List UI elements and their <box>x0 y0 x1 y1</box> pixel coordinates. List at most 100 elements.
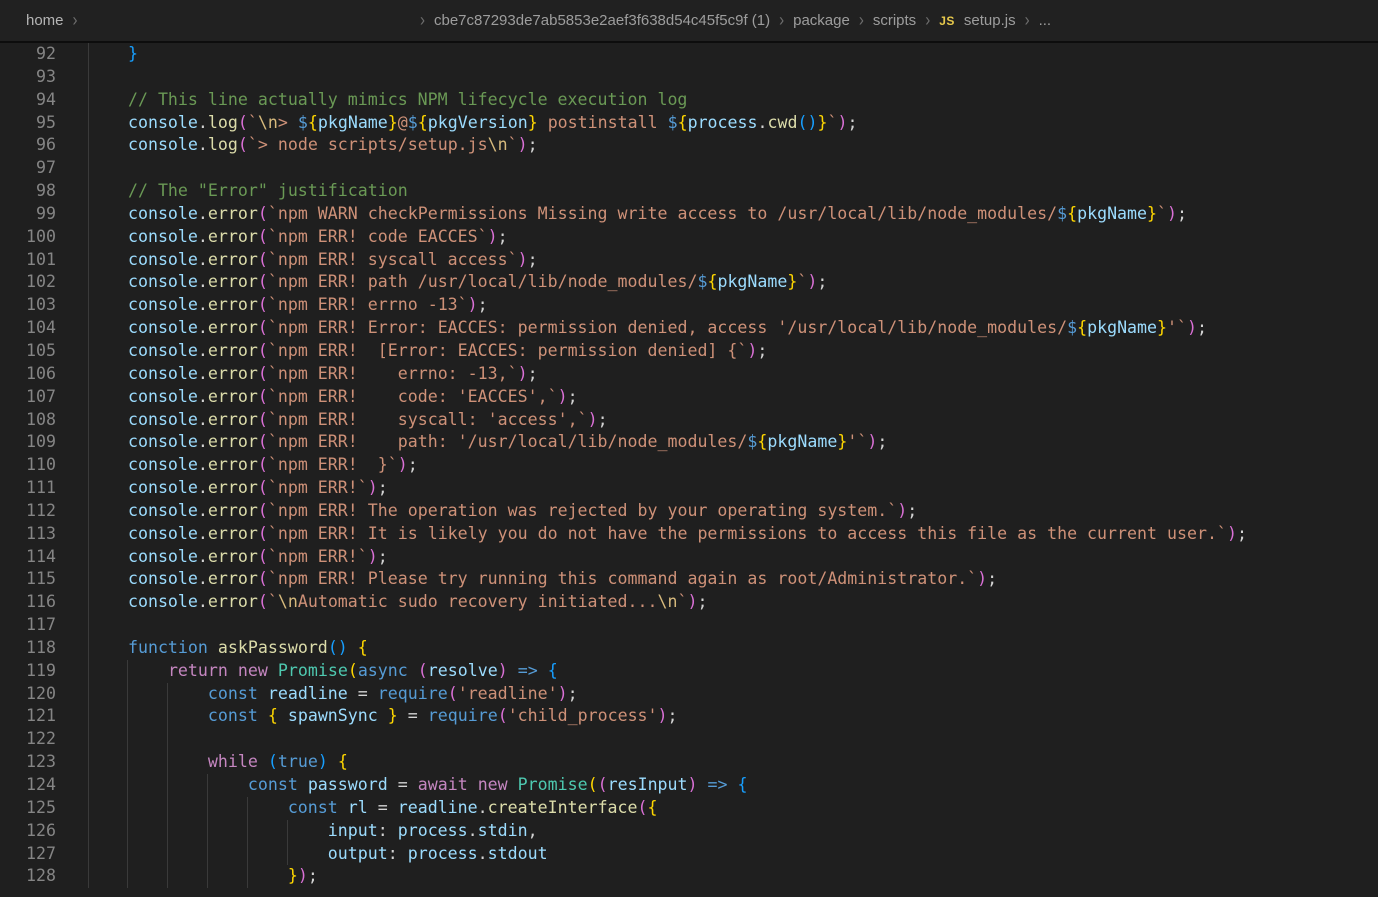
code-line[interactable]: 125 const rl = readline.createInterface(… <box>0 797 1378 820</box>
breadcrumb-item-home[interactable]: home <box>26 12 64 29</box>
code-token: => <box>708 775 728 794</box>
code-token: askPassword <box>218 638 328 657</box>
code-line[interactable]: 118 function askPassword() { <box>0 637 1378 660</box>
code-line[interactable]: 116 console.error(`\nAutomatic sudo reco… <box>0 591 1378 614</box>
code-token: `npm ERR!` <box>268 478 368 497</box>
code-token: console <box>128 135 198 154</box>
indent-guide <box>127 728 128 751</box>
code-token: spawnSync <box>288 706 378 725</box>
code-token: `npm ERR! It is likely you do not have t… <box>268 524 1227 543</box>
code-line[interactable]: 112 console.error(`npm ERR! The operatio… <box>0 500 1378 523</box>
indent-guide <box>88 66 89 89</box>
code-token: ( <box>258 227 268 246</box>
code-line[interactable]: 98 // The "Error" justification <box>0 180 1378 203</box>
line-number: 96 <box>0 134 56 157</box>
code-text: console.error(`npm ERR! code: 'EACCES',`… <box>88 386 578 409</box>
code-line[interactable]: 100 console.error(`npm ERR! code EACCES`… <box>0 226 1378 249</box>
code-token: function <box>128 638 208 657</box>
code-line[interactable]: 109 console.error(`npm ERR! path: '/usr/… <box>0 431 1378 454</box>
code-token: ( <box>638 798 648 817</box>
code-line[interactable]: 121 const { spawnSync } = require('child… <box>0 705 1378 728</box>
code-line[interactable]: 96 console.log(`> node scripts/setup.js\… <box>0 134 1378 157</box>
code-token: \n <box>488 135 508 154</box>
code-line[interactable]: 111 console.error(`npm ERR!`); <box>0 477 1378 500</box>
breadcrumb-item[interactable]: setup.js <box>964 12 1016 29</box>
code-line[interactable]: 107 console.error(`npm ERR! code: 'EACCE… <box>0 386 1378 409</box>
code-token: { <box>738 775 748 794</box>
code-line[interactable]: 124 const password = await new Promise((… <box>0 774 1378 797</box>
breadcrumb-item[interactable]: package <box>793 12 850 29</box>
code-line[interactable]: 122 <box>0 728 1378 751</box>
code-token: require <box>378 684 448 703</box>
code-line[interactable]: 102 console.error(`npm ERR! path /usr/lo… <box>0 271 1378 294</box>
line-number: 124 <box>0 774 56 797</box>
breadcrumb-item[interactable]: cbe7c87293de7ab5853e2aef3f638d54c45f5c9f… <box>434 12 770 29</box>
code-token: . <box>198 387 208 406</box>
code-token: ( <box>258 364 268 383</box>
code-token: error <box>208 432 258 451</box>
code-token: await <box>418 775 468 794</box>
code-line[interactable]: 95 console.log(`\n> ${pkgName}@${pkgVers… <box>0 112 1378 135</box>
code-line[interactable]: 106 console.error(`npm ERR! errno: -13,`… <box>0 363 1378 386</box>
breadcrumb-item[interactable]: ... <box>1039 12 1052 29</box>
code-line[interactable]: 92 } <box>0 43 1378 66</box>
code-line[interactable]: 104 console.error(`npm ERR! Error: EACCE… <box>0 317 1378 340</box>
code-token: ( <box>258 410 268 429</box>
code-token: } <box>528 113 538 132</box>
code-line[interactable]: 110 console.error(`npm ERR! }`); <box>0 454 1378 477</box>
code-text: console.error(`npm ERR! syscall: 'access… <box>88 409 608 432</box>
code-token <box>88 387 128 406</box>
code-token: ( <box>588 775 598 794</box>
code-token: . <box>198 455 208 474</box>
code-line[interactable]: 93 <box>0 66 1378 89</box>
code-line[interactable]: 115 console.error(`npm ERR! Please try r… <box>0 568 1378 591</box>
code-line[interactable]: 105 console.error(`npm ERR! [Error: EACC… <box>0 340 1378 363</box>
code-text: console.error(`npm ERR! syscall access`)… <box>88 249 538 272</box>
code-token: `> node scripts/setup.js <box>248 135 488 154</box>
code-line[interactable]: 94 // This line actually mimics NPM life… <box>0 89 1378 112</box>
code-token: ) <box>1227 524 1237 543</box>
line-number: 95 <box>0 112 56 135</box>
code-line[interactable]: 103 console.error(`npm ERR! errno -13`); <box>0 294 1378 317</box>
code-line[interactable]: 108 console.error(`npm ERR! syscall: 'ac… <box>0 409 1378 432</box>
code-token: ( <box>348 661 358 680</box>
code-line[interactable]: 119 return new Promise(async (resolve) =… <box>0 660 1378 683</box>
code-token: console <box>128 113 198 132</box>
code-editor[interactable]: 92 }9394 // This line actually mimics NP… <box>0 43 1378 897</box>
code-text: } <box>88 43 138 66</box>
code-token <box>88 250 128 269</box>
code-line[interactable]: 114 console.error(`npm ERR!`); <box>0 546 1378 569</box>
code-token: ( <box>258 272 268 291</box>
code-token <box>508 661 518 680</box>
code-token: async <box>358 661 408 680</box>
code-line[interactable]: 99 console.error(`npm WARN checkPermissi… <box>0 203 1378 226</box>
code-line[interactable]: 97 <box>0 157 1378 180</box>
code-token: `npm ERR! [Error: EACCES: permission den… <box>268 341 748 360</box>
code-token: Promise <box>518 775 588 794</box>
code-line[interactable]: 113 console.error(`npm ERR! It is likely… <box>0 523 1378 546</box>
code-line[interactable]: 127 output: process.stdout <box>0 843 1378 866</box>
code-line[interactable]: 128 }); <box>0 865 1378 888</box>
code-line[interactable]: 101 console.error(`npm ERR! syscall acce… <box>0 249 1378 272</box>
code-token: createInterface <box>488 798 638 817</box>
breadcrumb-item[interactable]: scripts <box>873 12 916 29</box>
code-line[interactable]: 117 <box>0 614 1378 637</box>
code-line[interactable]: 120 const readline = require('readline')… <box>0 683 1378 706</box>
code-line[interactable]: 126 input: process.stdin, <box>0 820 1378 843</box>
code-token: { <box>268 706 278 725</box>
code-token: ; <box>907 501 917 520</box>
code-token: . <box>198 113 208 132</box>
code-token: ) <box>747 341 757 360</box>
code-token <box>88 569 128 588</box>
code-token: `npm WARN checkPermissions Missing write… <box>268 204 1057 223</box>
code-line[interactable]: 123 while (true) { <box>0 751 1378 774</box>
chevron-right-icon: › <box>73 10 78 31</box>
code-token: pkgName <box>318 113 388 132</box>
code-token: require <box>428 706 498 725</box>
code-token: console <box>128 432 198 451</box>
code-token: const <box>208 684 258 703</box>
line-number: 104 <box>0 317 56 340</box>
code-text: const readline = require('readline'); <box>88 683 578 706</box>
chevron-right-icon: › <box>1025 10 1030 31</box>
code-token <box>88 295 128 314</box>
